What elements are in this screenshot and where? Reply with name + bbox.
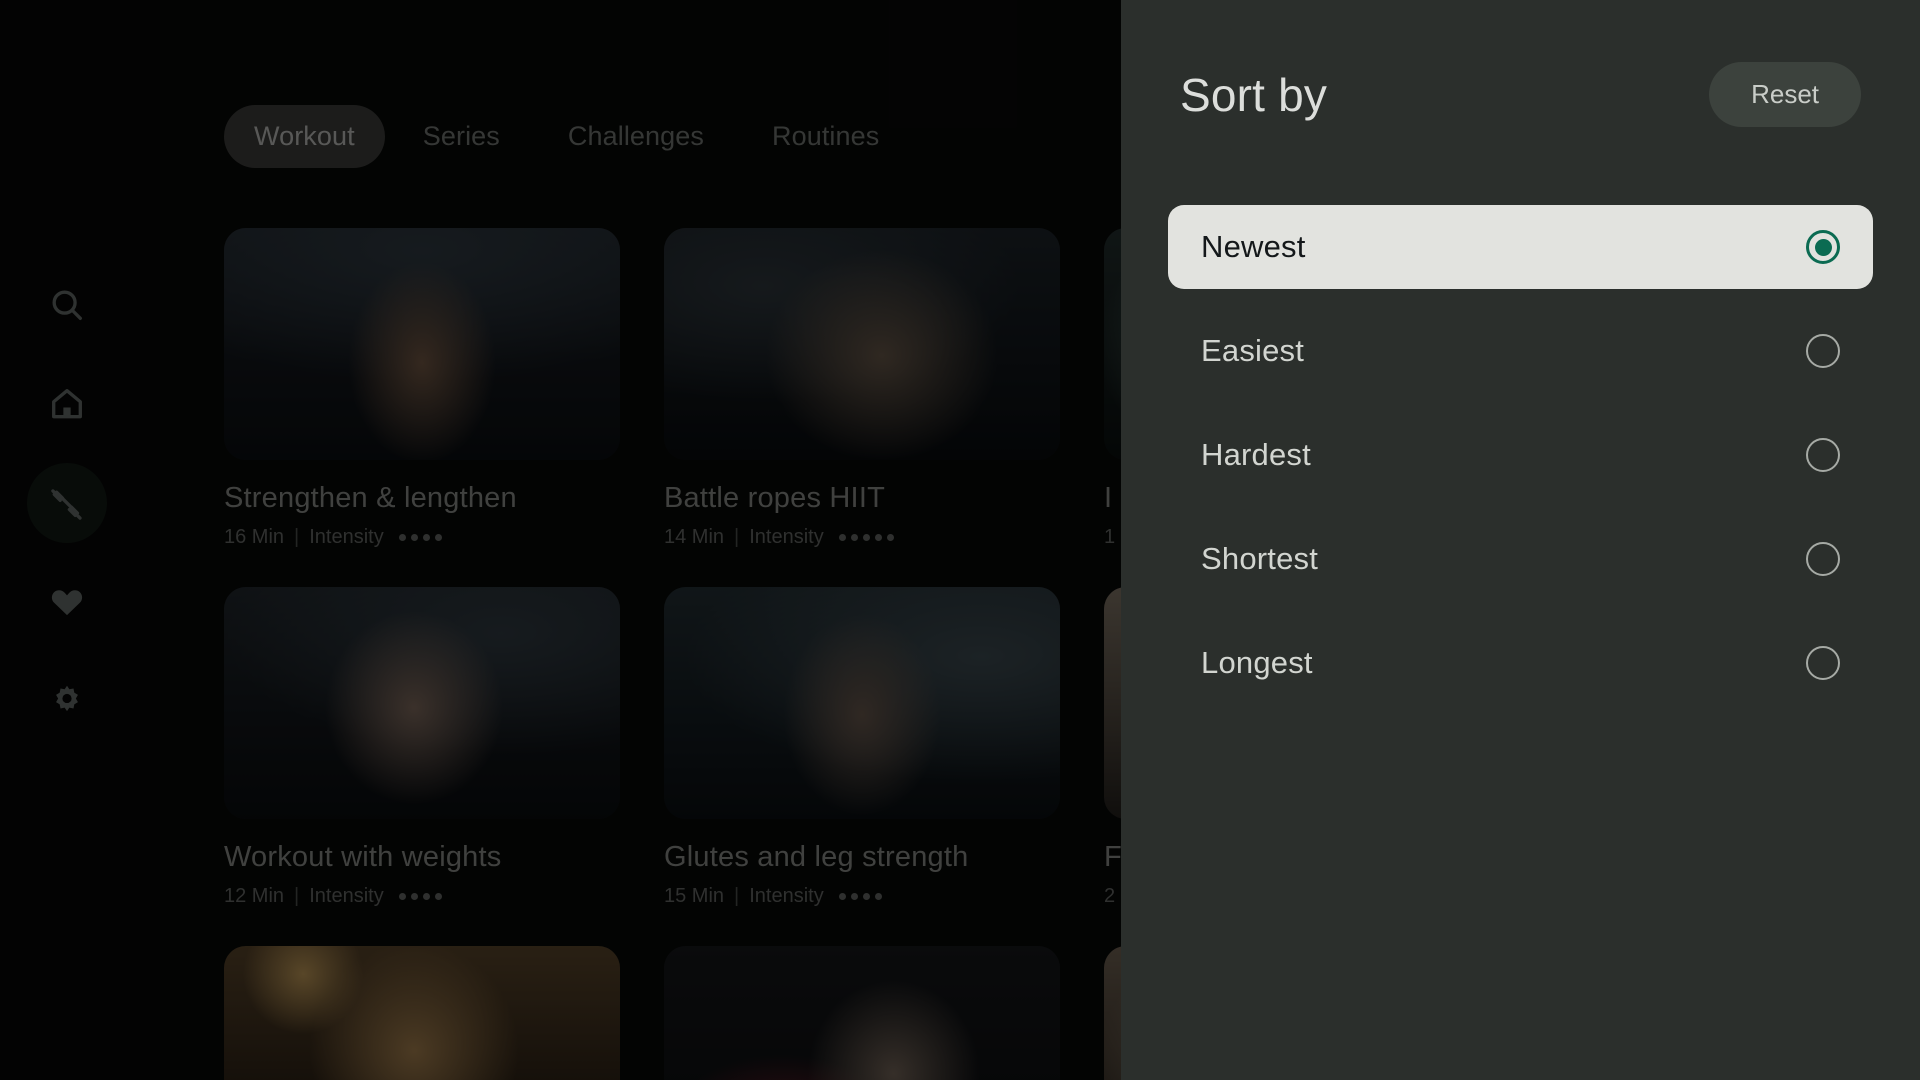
tab-workout[interactable]: Workout: [224, 105, 385, 168]
sort-option-longest[interactable]: Longest: [1168, 621, 1873, 705]
panel-header: Sort by Reset: [1180, 62, 1861, 127]
intensity-dot: [422, 893, 430, 900]
intensity-dot: [410, 893, 418, 900]
sort-option-hardest[interactable]: Hardest: [1168, 413, 1873, 497]
radio-dot: [1814, 238, 1832, 256]
workout-card[interactable]: Battle ropes HIIT 14 Min | Intensity: [664, 228, 1060, 549]
intensity-dot: [398, 893, 406, 900]
reset-button[interactable]: Reset: [1709, 62, 1861, 127]
dumbbell-icon: [48, 484, 86, 522]
workout-meta: 15 Min | Intensity: [664, 885, 1060, 908]
workout-intensity-label: Intensity: [309, 526, 384, 548]
workout-meta: 14 Min | Intensity: [664, 526, 1060, 549]
intensity-dots: [838, 893, 882, 900]
intensity-dot: [850, 893, 858, 900]
radio-button[interactable]: [1806, 230, 1840, 264]
workout-thumbnail: [224, 587, 620, 819]
sidebar-item-home[interactable]: [27, 364, 107, 444]
workout-title: Workout with weights: [224, 841, 502, 873]
workout-thumbnail: [224, 228, 620, 460]
meta-separator: |: [734, 526, 740, 548]
workout-duration: 14 Min: [664, 526, 725, 548]
workout-card[interactable]: Strengthen & lengthen 16 Min | Intensity: [224, 228, 620, 549]
workout-card[interactable]: [664, 946, 1060, 1080]
sidebar-item-workouts[interactable]: [27, 463, 107, 543]
intensity-dot: [434, 893, 442, 900]
sidebar-item-favorites[interactable]: [27, 562, 107, 642]
page-title: Sort by: [1180, 68, 1328, 121]
intensity-dot: [410, 534, 418, 541]
workout-meta: 12 Min | Intensity: [224, 885, 620, 908]
gear-icon: [48, 682, 86, 720]
sort-option-newest[interactable]: Newest: [1168, 205, 1873, 289]
sort-option-easiest[interactable]: Easiest: [1168, 309, 1873, 393]
intensity-dot: [862, 893, 870, 900]
intensity-dot: [434, 534, 442, 541]
intensity-dot: [838, 893, 846, 900]
workout-card[interactable]: [224, 946, 620, 1080]
meta-separator: |: [734, 885, 740, 907]
tab-series[interactable]: Series: [393, 105, 530, 168]
sort-option-label: Shortest: [1201, 541, 1319, 576]
radio-button[interactable]: [1806, 542, 1840, 576]
workout-title: Strengthen & lengthen: [224, 482, 517, 514]
search-icon: [48, 286, 86, 324]
workout-duration: 1: [1104, 526, 1116, 548]
sidebar: [0, 0, 160, 1080]
workout-duration: 16 Min: [224, 526, 285, 548]
intensity-dot: [874, 893, 882, 900]
tab-challenges[interactable]: Challenges: [538, 105, 734, 168]
sort-by-panel: Sort by Reset Newest Easiest Hardest Sho…: [1121, 0, 1920, 1080]
category-tabs: Workout Series Challenges Routines: [224, 105, 909, 168]
meta-separator: |: [294, 526, 300, 548]
radio-button[interactable]: [1806, 646, 1840, 680]
intensity-dot: [422, 534, 430, 541]
intensity-dot: [874, 534, 882, 541]
workout-thumbnail: [224, 946, 620, 1080]
intensity-dots: [398, 534, 442, 541]
sort-option-label: Newest: [1201, 229, 1306, 264]
radio-button[interactable]: [1806, 438, 1840, 472]
intensity-dot: [398, 534, 406, 541]
intensity-dot: [862, 534, 870, 541]
intensity-dot: [850, 534, 858, 541]
workout-intensity-label: Intensity: [749, 526, 824, 548]
workout-card[interactable]: Workout with weights 12 Min | Intensity: [224, 587, 620, 908]
tab-routines[interactable]: Routines: [742, 105, 909, 168]
workout-intensity-label: Intensity: [749, 885, 824, 907]
intensity-dots: [398, 893, 442, 900]
intensity-dot: [838, 534, 846, 541]
sort-option-label: Longest: [1201, 645, 1313, 680]
workout-thumbnail: [664, 946, 1060, 1080]
intensity-dots: [838, 534, 894, 541]
sidebar-item-settings[interactable]: [27, 661, 107, 741]
meta-separator: |: [294, 885, 300, 907]
heart-icon: [48, 583, 86, 621]
workout-meta: 16 Min | Intensity: [224, 526, 620, 549]
workout-duration: 12 Min: [224, 885, 285, 907]
sort-options-list: Newest Easiest Hardest Shortest Longest: [1168, 205, 1873, 725]
sort-option-shortest[interactable]: Shortest: [1168, 517, 1873, 601]
workout-duration: 2: [1104, 885, 1116, 907]
app-root: Workout Series Challenges Routines Stren…: [0, 0, 1920, 1080]
workout-card[interactable]: Glutes and leg strength 15 Min | Intensi…: [664, 587, 1060, 908]
radio-button[interactable]: [1806, 334, 1840, 368]
workout-title: Battle ropes HIIT: [664, 482, 885, 514]
workout-thumbnail: [664, 587, 1060, 819]
workout-intensity-label: Intensity: [309, 885, 384, 907]
intensity-dot: [886, 534, 894, 541]
workout-title: Glutes and leg strength: [664, 841, 969, 873]
workout-duration: 15 Min: [664, 885, 725, 907]
sort-option-label: Easiest: [1201, 333, 1305, 368]
workout-thumbnail: [664, 228, 1060, 460]
sort-option-label: Hardest: [1201, 437, 1311, 472]
sidebar-item-search[interactable]: [27, 265, 107, 345]
home-icon: [48, 385, 86, 423]
